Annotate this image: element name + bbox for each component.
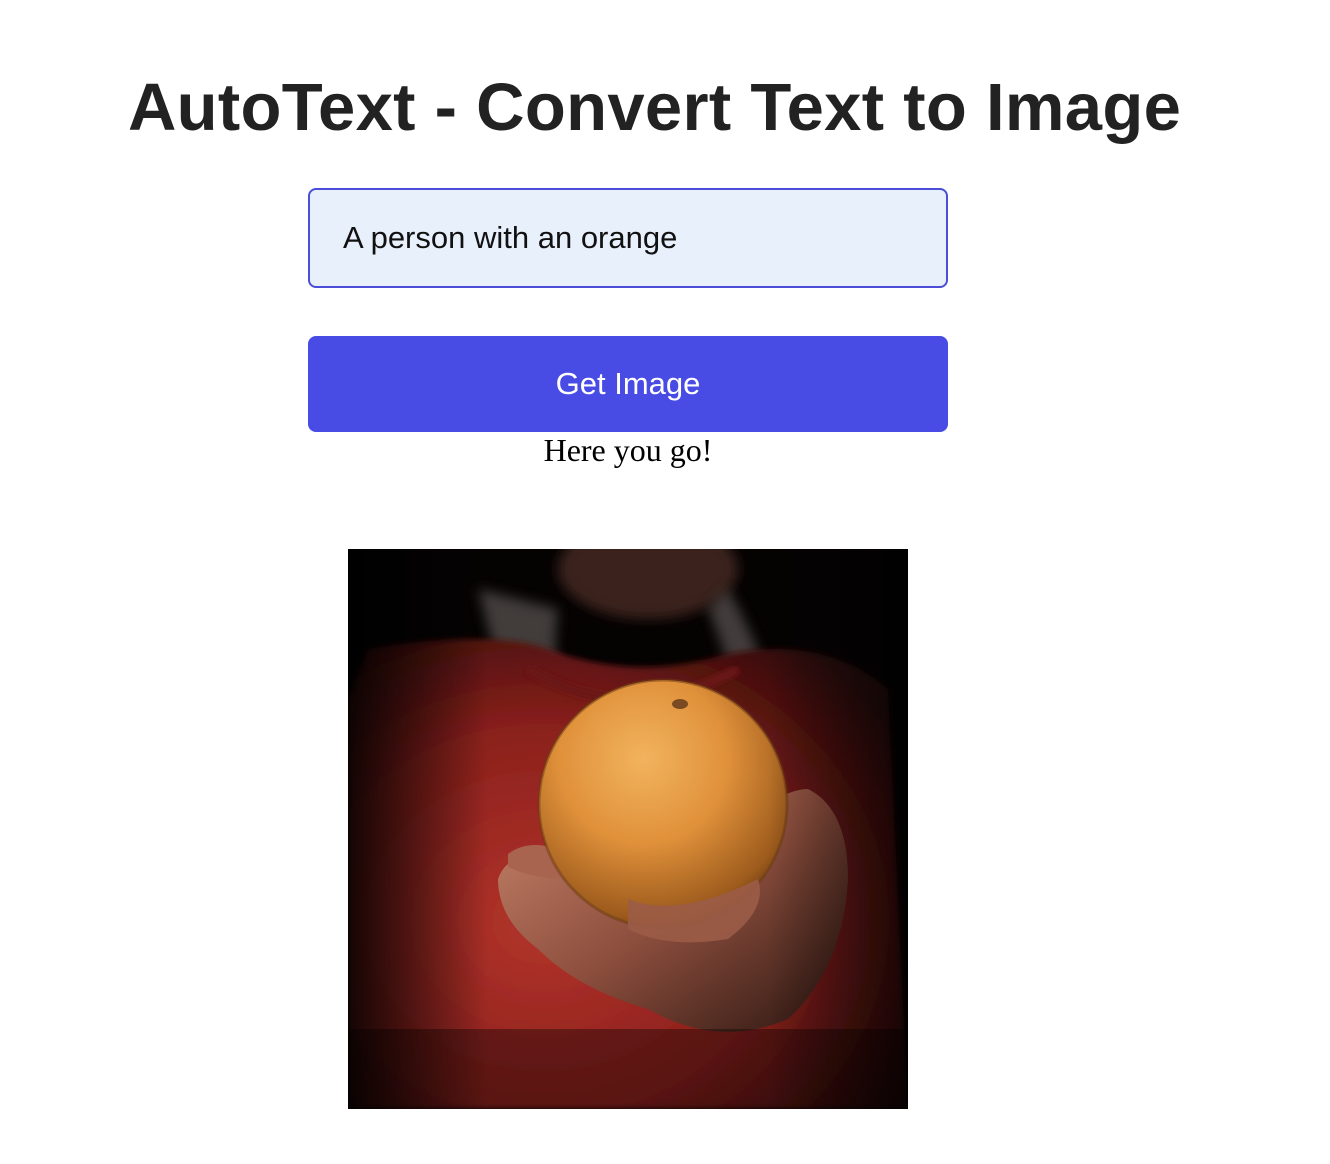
prompt-input[interactable] (308, 188, 948, 288)
generated-image (348, 549, 908, 1109)
get-image-button[interactable]: Get Image (308, 336, 948, 432)
page-title: AutoText - Convert Text to Image (128, 70, 1182, 145)
page: AutoText - Convert Text to Image Get Ima… (0, 0, 1330, 1164)
result-message: Here you go! (543, 432, 713, 468)
